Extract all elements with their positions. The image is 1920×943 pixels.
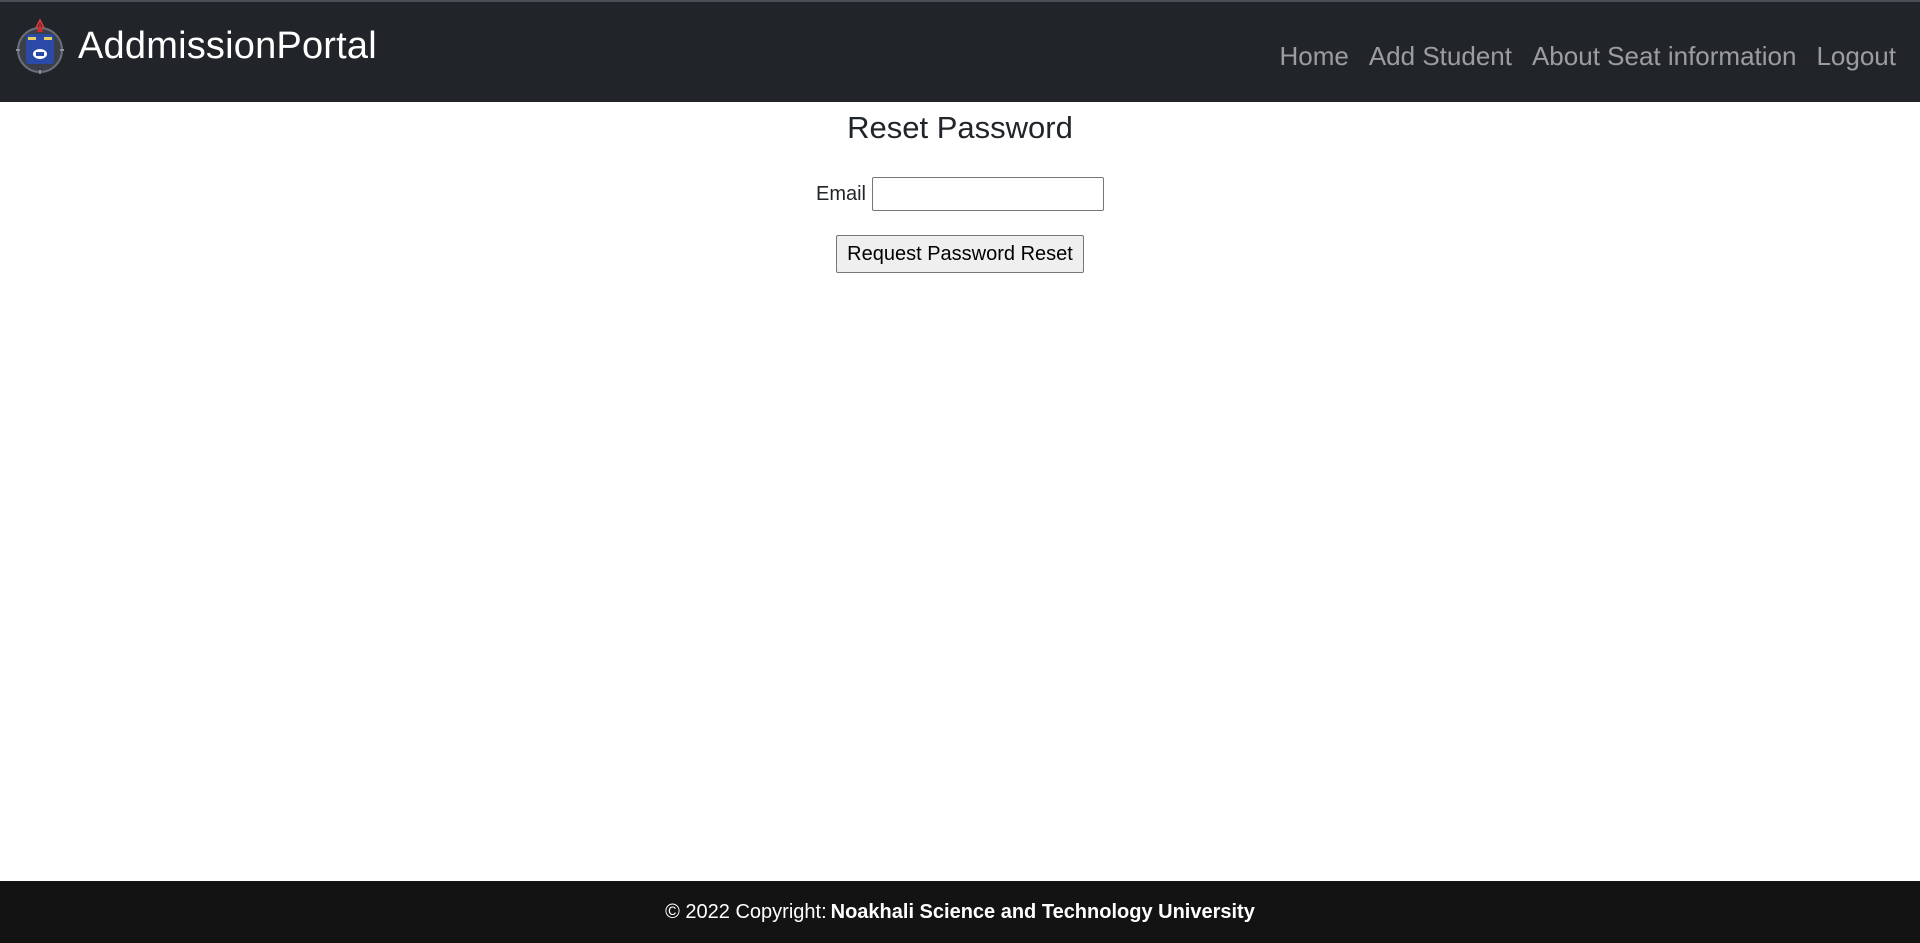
footer: © 2022 Copyright: Noakhali Science and T… — [0, 881, 1920, 943]
brand-link[interactable]: AddmissionPortal — [16, 18, 377, 74]
main-content: Reset Password Email Request Password Re… — [0, 102, 1920, 881]
organization-name: Noakhali Science and Technology Universi… — [830, 900, 1255, 923]
nav-link-logout[interactable]: Logout — [1816, 41, 1896, 72]
navbar: AddmissionPortal Home Add Student About … — [0, 2, 1920, 102]
email-field[interactable] — [872, 177, 1104, 211]
brand-name: AddmissionPortal — [78, 24, 377, 67]
nav-link-home[interactable]: Home — [1279, 41, 1348, 72]
copyright-text: © 2022 Copyright: — [665, 900, 827, 923]
submit-row: Request Password Reset — [0, 235, 1920, 273]
email-label: Email — [815, 182, 866, 205]
request-password-reset-button[interactable]: Request Password Reset — [836, 235, 1084, 273]
email-form-row: Email — [0, 177, 1920, 211]
university-crest-icon — [16, 18, 64, 74]
nav-link-add-student[interactable]: Add Student — [1369, 41, 1512, 72]
nav-menu: Home Add Student About Seat information … — [1279, 41, 1896, 72]
page-title: Reset Password — [847, 110, 1073, 145]
nav-link-seat-information[interactable]: About Seat information — [1532, 41, 1797, 72]
